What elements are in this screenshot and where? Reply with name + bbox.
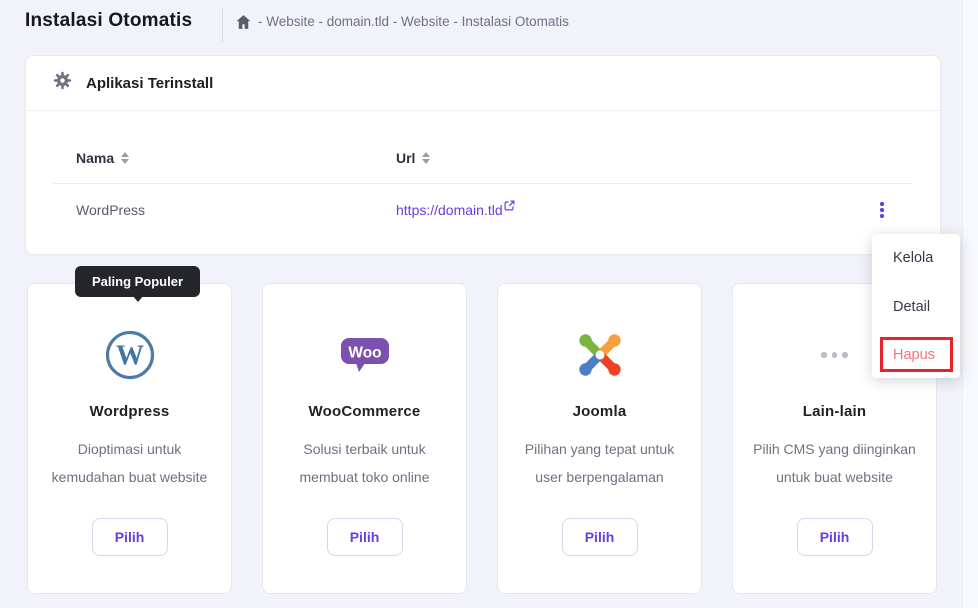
table-divider [53, 183, 913, 184]
row-actions-menu: Kelola Detail Hapus [872, 234, 960, 378]
card-title: Wordpress [28, 403, 231, 420]
row-actions-button[interactable] [869, 196, 895, 224]
scrollbar-track[interactable] [962, 0, 978, 608]
woocommerce-logo-icon: Woo [263, 326, 466, 384]
site-url-text: https://domain.tld [396, 202, 503, 218]
breadcrumb-path: - Website - domain.tld - Website - Insta… [258, 14, 569, 29]
sort-icon [121, 152, 129, 164]
gear-icon [53, 71, 72, 95]
menu-item-detail[interactable]: Detail [893, 299, 930, 315]
panel-title: Aplikasi Terinstall [86, 75, 213, 92]
joomla-logo-icon [498, 326, 701, 384]
cms-cards-row: W Wordpress Dioptimasi untuk kemudahan b… [27, 283, 937, 594]
breadcrumb: - Website - domain.tld - Website - Insta… [236, 14, 569, 29]
card-description: Pilih CMS yang diinginkan untuk buat web… [749, 435, 920, 491]
card-joomla: Joomla Pilihan yang tepat untuk user ber… [497, 283, 702, 594]
card-title: Joomla [498, 403, 701, 420]
card-description: Pilihan yang tepat untuk user berpengala… [514, 435, 685, 491]
page-title: Instalasi Otomatis [25, 10, 192, 32]
card-woocommerce: Woo WooCommerce Solusi terbaik untuk mem… [262, 283, 467, 594]
column-label: Url [396, 150, 415, 166]
pilih-button-wordpress[interactable]: Pilih [92, 518, 168, 556]
external-link-icon [504, 200, 515, 211]
wordpress-logo-icon: W [28, 326, 231, 384]
panel-header: Aplikasi Terinstall [26, 56, 940, 111]
menu-item-kelola[interactable]: Kelola [893, 250, 933, 266]
column-header-url[interactable]: Url [396, 150, 430, 166]
card-title: Lain-lain [733, 403, 936, 420]
pilih-button-joomla[interactable]: Pilih [562, 518, 638, 556]
menu-item-hapus[interactable]: Hapus [893, 347, 935, 363]
pilih-button-woocommerce[interactable]: Pilih [327, 518, 403, 556]
title-divider [222, 7, 223, 42]
pilih-button-lain-lain[interactable]: Pilih [797, 518, 873, 556]
column-header-nama[interactable]: Nama [76, 150, 129, 166]
site-url-link[interactable]: https://domain.tld [396, 202, 515, 218]
card-title: WooCommerce [263, 403, 466, 420]
sort-icon [422, 152, 430, 164]
home-icon[interactable] [236, 15, 251, 29]
card-description: Solusi terbaik untuk membuat toko online [279, 435, 450, 491]
column-label: Nama [76, 150, 114, 166]
card-wordpress: W Wordpress Dioptimasi untuk kemudahan b… [27, 283, 232, 594]
installed-apps-panel: Aplikasi Terinstall Nama Url WordPress h… [25, 55, 941, 255]
most-popular-badge: Paling Populer [75, 266, 200, 297]
card-description: Dioptimasi untuk kemudahan buat website [44, 435, 215, 491]
svg-text:W: W [116, 341, 144, 372]
app-name-cell: WordPress [76, 202, 145, 218]
svg-text:Woo: Woo [348, 345, 381, 362]
